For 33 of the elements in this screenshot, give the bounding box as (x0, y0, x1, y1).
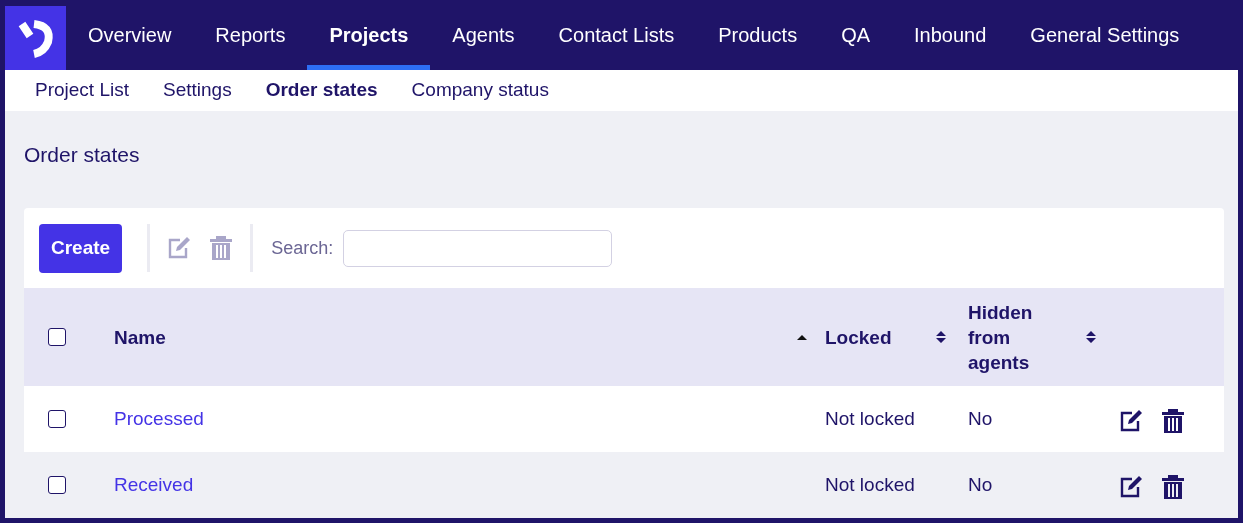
create-button[interactable]: Create (39, 223, 123, 273)
table-cell-text: No (968, 472, 993, 497)
subnav-tab[interactable]: Settings (146, 76, 249, 105)
sort-icon[interactable] (934, 330, 948, 344)
nav-tab[interactable]: Contact Lists (536, 0, 697, 70)
subnav-tab[interactable]: Project List (18, 76, 146, 105)
nav-tab[interactable]: QA (819, 0, 893, 70)
table-cell-text: Not locked (825, 472, 915, 497)
subnav-tab[interactable]: Order states (248, 76, 395, 105)
name-link[interactable]: Received (114, 470, 194, 500)
column-header: Hidden from agents (968, 300, 1034, 375)
delete-icon[interactable] (1160, 406, 1186, 432)
nav-tab[interactable]: Reports (193, 0, 308, 70)
column-header: Locked (825, 325, 892, 350)
page-title: Order states (24, 141, 141, 168)
row-checkbox[interactable] (48, 410, 66, 428)
select-all-checkbox[interactable] (48, 328, 66, 346)
name-link[interactable]: Processed (114, 404, 204, 434)
table-cell-text: No (968, 406, 993, 431)
nav-tab[interactable]: Overview (66, 0, 194, 70)
column-header: Name (114, 325, 166, 350)
sort-icon[interactable] (1084, 330, 1098, 344)
nav-tab[interactable]: Agents (430, 0, 537, 70)
delete-icon[interactable] (1160, 472, 1186, 498)
subnav-tab[interactable]: Company status (394, 76, 566, 105)
row-checkbox[interactable] (48, 476, 66, 494)
search-field[interactable] (343, 229, 613, 267)
table-cell-text: Not locked (825, 406, 915, 431)
nav-tab[interactable]: Products (696, 0, 820, 70)
nav-tab[interactable]: General Settings (1008, 0, 1202, 70)
nav-tab[interactable]: Inbound (892, 0, 1009, 70)
logo-icon[interactable] (5, 6, 66, 70)
search-label: Search: (271, 236, 334, 260)
